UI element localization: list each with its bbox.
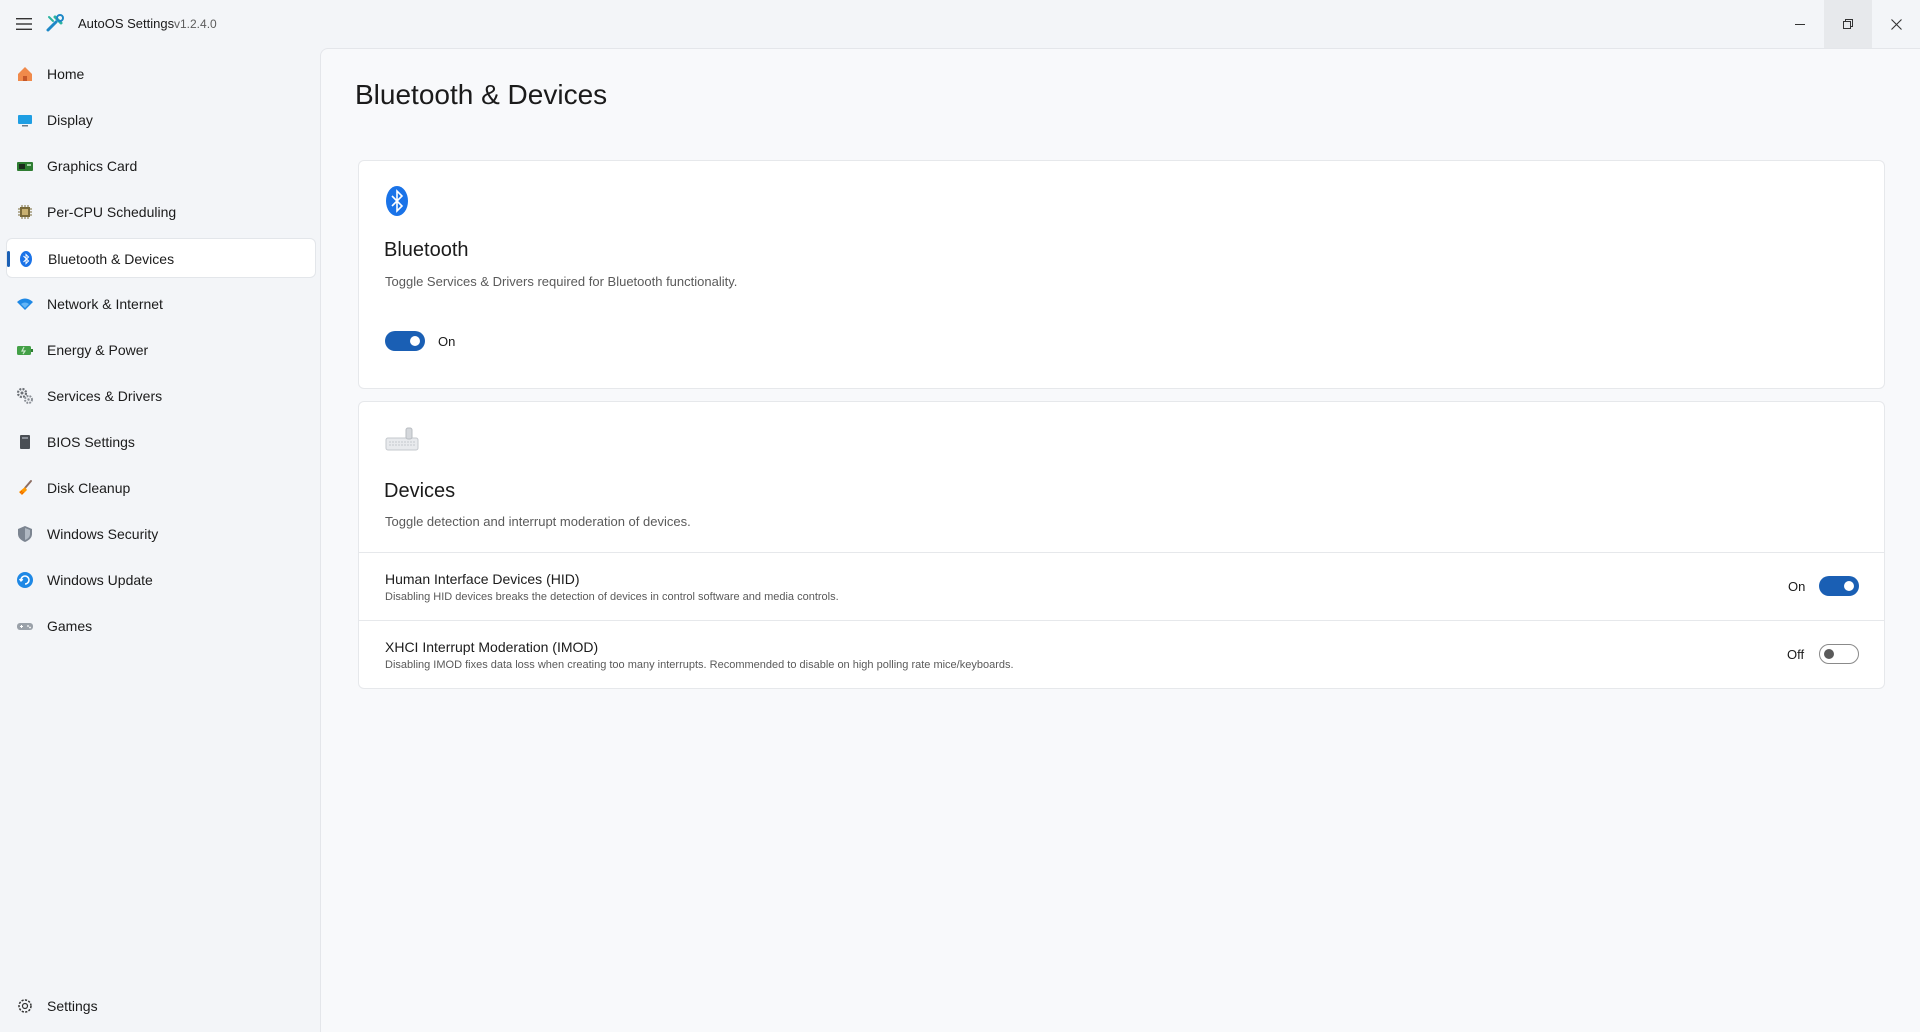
restore-button[interactable] [1824,0,1872,48]
sidebar-item-label: Windows Update [47,572,153,588]
toggle-knob [410,336,420,346]
sidebar-item-label: Games [47,618,93,634]
sidebar-item-per-cpu-scheduling[interactable]: Per-CPU Scheduling [6,192,316,232]
sidebar-item-label: Network & Internet [47,296,163,312]
imod-row: XHCI Interrupt Moderation (IMOD) Disabli… [359,620,1884,688]
display-icon [16,111,34,129]
hid-toggle-state: On [1788,579,1806,594]
hid-title: Human Interface Devices (HID) [385,571,580,587]
close-button[interactable] [1872,0,1920,48]
sidebar-item-services-drivers[interactable]: Services & Drivers [6,376,316,416]
sidebar-item-label: Home [47,66,85,82]
sidebar-item-windows-update[interactable]: Windows Update [6,560,316,600]
toggle-knob [1844,581,1854,591]
sidebar-item-windows-security[interactable]: Windows Security [6,514,316,554]
gears-icon [16,387,34,405]
bluetooth-card: Bluetooth Toggle Services & Drivers requ… [358,160,1885,389]
sidebar-item-graphics-card[interactable]: Graphics Card [6,146,316,186]
active-indicator [7,251,10,267]
keyboard-icon [385,427,419,451]
sidebar-item-label: Disk Cleanup [47,480,131,496]
cpu-icon [16,203,34,221]
imod-description: Disabling IMOD fixes data loss when crea… [385,659,1014,671]
sidebar-item-bluetooth-devices[interactable]: Bluetooth & Devices [6,238,316,278]
imod-toggle[interactable] [1819,644,1859,664]
battery-icon [16,341,34,359]
title-bar: AutoOS Settings v1.2.4.0 [0,0,1920,48]
shield-icon [16,525,34,543]
minimize-icon [1795,24,1805,25]
sidebar-item-settings[interactable]: Settings [6,986,316,1026]
page-title: Bluetooth & Devices [355,79,608,110]
hamburger-menu-button[interactable] [12,12,36,36]
sidebar-item-label: BIOS Settings [47,434,135,450]
minimize-button[interactable] [1776,0,1824,48]
toggle-knob [1824,649,1834,659]
bluetooth-toggle-state: On [438,334,456,349]
close-icon [1890,18,1902,30]
hid-toggle[interactable] [1819,576,1859,596]
sidebar-item-network-internet[interactable]: Network & Internet [6,284,316,324]
sidebar-nav: Home Display Graphics Card Per-CPU Sched… [0,48,320,1032]
sidebar-item-bios-settings[interactable]: BIOS Settings [6,422,316,462]
gamepad-icon [16,617,34,635]
app-version: v1.2.4.0 [174,17,217,31]
sidebar-item-label: Per-CPU Scheduling [47,204,177,220]
sidebar-item-label: Services & Drivers [47,388,163,404]
sidebar-item-energy-power[interactable]: Energy & Power [6,330,316,370]
bluetooth-icon [386,186,408,216]
sidebar-item-disk-cleanup[interactable]: Disk Cleanup [6,468,316,508]
app-logo-icon [46,14,64,32]
hid-description: Disabling HID devices breaks the detecti… [385,591,839,603]
hamburger-icon [16,18,32,30]
home-icon [16,65,34,83]
devices-description: Toggle detection and interrupt moderatio… [385,514,691,529]
hid-row: Human Interface Devices (HID) Disabling … [359,552,1884,620]
sidebar-item-label: Bluetooth & Devices [48,251,175,267]
sidebar-item-games[interactable]: Games [6,606,316,646]
bluetooth-toggle[interactable] [385,331,425,351]
broom-icon [16,479,34,497]
bluetooth-description: Toggle Services & Drivers required for B… [385,274,738,289]
sidebar-item-label: Windows Security [47,526,159,542]
sidebar-item-display[interactable]: Display [6,100,316,140]
bluetooth-icon [17,250,35,268]
imod-toggle-state: Off [1787,647,1805,662]
app-title: AutoOS Settings [78,16,175,31]
devices-card: Devices Toggle detection and interrupt m… [358,401,1885,689]
graphics-card-icon [16,157,34,175]
sidebar-item-home[interactable]: Home [6,54,316,94]
sidebar-item-label: Energy & Power [47,342,149,358]
wifi-icon [16,295,34,313]
update-icon [16,571,34,589]
chip-icon [16,433,34,451]
gear-icon [16,997,34,1015]
imod-title: XHCI Interrupt Moderation (IMOD) [385,639,599,655]
bluetooth-title: Bluetooth [384,239,469,261]
restore-icon [1843,19,1853,29]
sidebar-item-label: Graphics Card [47,158,138,174]
main-content: Bluetooth & Devices Bluetooth Toggle Ser… [320,48,1920,1032]
sidebar-item-label: Display [47,112,93,128]
sidebar-item-label: Settings [47,998,98,1014]
devices-title: Devices [384,480,456,502]
